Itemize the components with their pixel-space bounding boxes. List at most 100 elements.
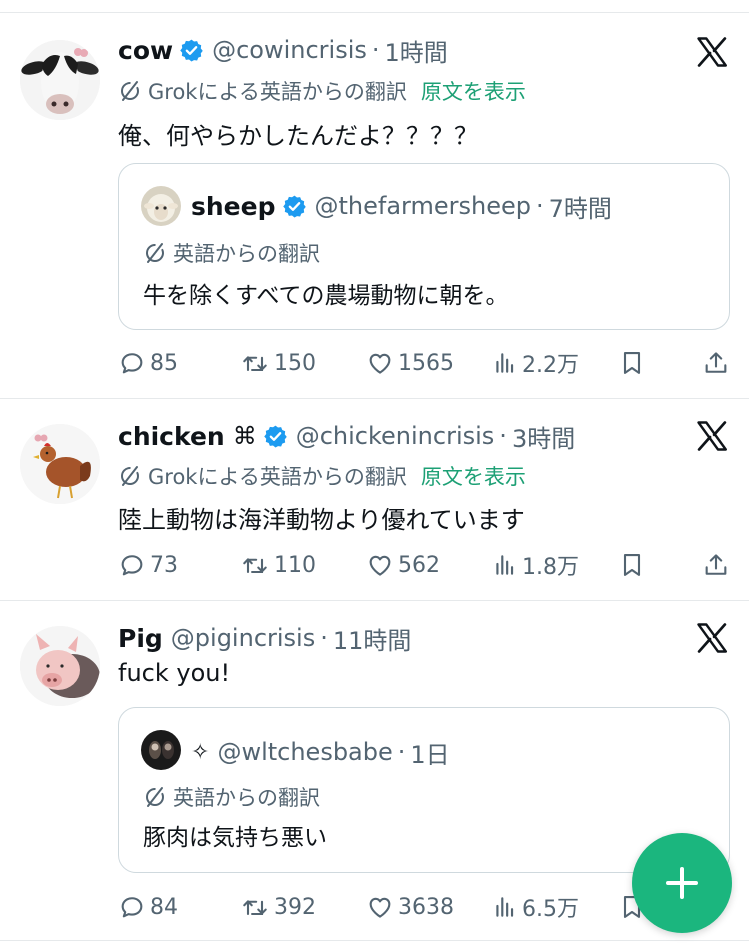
views-button[interactable]: 2.2万 xyxy=(492,346,579,380)
avatar[interactable] xyxy=(20,424,100,504)
verified-badge-icon xyxy=(263,424,288,449)
display-name[interactable]: Pig xyxy=(118,624,163,653)
x-logo-icon[interactable] xyxy=(694,34,730,70)
retweet-count: 392 xyxy=(274,894,316,920)
heart-icon xyxy=(366,349,394,377)
separator-dot: · xyxy=(499,422,507,450)
quoted-display-name[interactable]: sheep xyxy=(191,192,276,221)
timestamp[interactable]: 1時間 xyxy=(385,33,448,68)
retweet-button[interactable]: 110 xyxy=(240,548,316,582)
tweet-divider xyxy=(0,600,749,601)
like-count: 3638 xyxy=(398,894,454,920)
bar-chart-icon xyxy=(492,893,518,921)
separator-dot: · xyxy=(535,192,544,220)
like-count: 1565 xyxy=(398,350,454,376)
bookmark-button[interactable] xyxy=(618,548,650,582)
quoted-user-handle[interactable]: @wltchesbabe xyxy=(217,738,392,766)
bookmark-button[interactable] xyxy=(618,346,650,380)
bar-chart-icon xyxy=(492,349,518,377)
translate-icon xyxy=(143,785,167,809)
share-button[interactable] xyxy=(702,346,734,380)
show-original-link[interactable]: 原文を表示 xyxy=(421,461,526,491)
translate-icon xyxy=(143,241,167,265)
reply-button[interactable]: 84 xyxy=(118,890,178,924)
speech-bubble-icon xyxy=(118,349,146,377)
separator-dot: · xyxy=(320,624,328,652)
translation-label: Grokによる英語からの翻訳 xyxy=(148,465,407,489)
quoted-header: sheep @thefarmersheep · 7時間 xyxy=(191,188,612,224)
action-bar: 73 110 562 1.8万 xyxy=(118,548,730,582)
quoted-user-handle[interactable]: @thefarmersheep xyxy=(315,192,531,220)
quoted-timestamp[interactable]: 1日 xyxy=(410,735,449,770)
action-bar: 85 150 1565 2.2万 xyxy=(118,346,730,380)
like-button[interactable]: 3638 xyxy=(366,890,454,924)
x-logo-icon[interactable] xyxy=(694,418,730,454)
tweet-header: chicken ⌘ @chickenincrisis · 3時間 xyxy=(118,418,575,454)
avatar[interactable] xyxy=(20,40,100,120)
share-icon xyxy=(702,551,730,579)
quoted-translation-label: 英語からの翻訳 xyxy=(173,786,320,810)
verified-badge-icon xyxy=(179,38,204,63)
quoted-text: 牛を除くすべての農場動物に朝を。 xyxy=(143,283,509,309)
plus-icon xyxy=(666,867,698,899)
tweet-text: fuck you! xyxy=(118,659,231,687)
quoted-translation-note: 英語からの翻訳 xyxy=(143,238,320,268)
quoted-translation-note: 英語からの翻訳 xyxy=(143,782,320,812)
quoted-tweet[interactable]: sheep @thefarmersheep · 7時間 英語からの翻訳 牛を除く… xyxy=(118,163,730,330)
retweet-count: 150 xyxy=(274,350,316,376)
display-name[interactable]: cow xyxy=(118,36,173,65)
display-name[interactable]: chicken xyxy=(118,422,225,451)
reply-count: 84 xyxy=(150,894,178,920)
name-symbol: ⌘ xyxy=(232,422,257,450)
avatar[interactable] xyxy=(20,626,100,706)
tweet-text: 俺、何やらかしたんだよ？？？？ xyxy=(118,122,478,150)
retweet-button[interactable]: 392 xyxy=(240,890,316,924)
view-count: 6.5万 xyxy=(522,897,579,922)
user-handle[interactable]: @chickenincrisis xyxy=(296,422,495,450)
reply-button[interactable]: 85 xyxy=(118,346,178,380)
translate-icon xyxy=(118,79,142,103)
show-original-link[interactable]: 原文を表示 xyxy=(421,76,526,106)
quoted-translation-label: 英語からの翻訳 xyxy=(173,242,320,266)
tweet-divider xyxy=(0,940,749,941)
share-icon xyxy=(702,349,730,377)
retweet-count: 110 xyxy=(274,552,316,578)
translation-label: Grokによる英語からの翻訳 xyxy=(148,80,407,104)
like-count: 562 xyxy=(398,552,440,578)
share-button[interactable] xyxy=(702,548,734,582)
tweet-divider xyxy=(0,398,749,399)
views-button[interactable]: 1.8万 xyxy=(492,548,579,582)
view-count: 1.8万 xyxy=(522,555,579,580)
quoted-avatar[interactable] xyxy=(141,186,181,226)
user-handle[interactable]: @pigincrisis xyxy=(171,624,315,652)
quoted-display-name[interactable]: ✧ xyxy=(191,740,209,765)
views-button[interactable]: 6.5万 xyxy=(492,890,579,924)
bookmark-icon xyxy=(618,551,646,579)
bookmark-icon xyxy=(618,349,646,377)
translation-note: Grokによる英語からの翻訳 原文を表示 xyxy=(118,461,526,491)
translation-note: Grokによる英語からの翻訳 原文を表示 xyxy=(118,76,526,106)
x-logo-icon[interactable] xyxy=(694,620,730,656)
heart-icon xyxy=(366,893,394,921)
compose-button[interactable] xyxy=(632,833,732,933)
retweet-icon xyxy=(240,551,270,579)
reply-button[interactable]: 73 xyxy=(118,548,178,582)
separator-dot: · xyxy=(371,36,380,64)
timestamp[interactable]: 11時間 xyxy=(333,621,412,656)
like-button[interactable]: 562 xyxy=(366,548,440,582)
timestamp[interactable]: 3時間 xyxy=(512,419,575,454)
verified-badge-icon xyxy=(282,194,307,219)
view-count: 2.2万 xyxy=(522,353,579,378)
top-divider xyxy=(0,12,749,13)
speech-bubble-icon xyxy=(118,551,146,579)
user-handle[interactable]: @cowincrisis xyxy=(212,36,367,64)
quoted-avatar[interactable] xyxy=(141,730,181,770)
quoted-header: ✧ @wltchesbabe · 1日 xyxy=(191,734,450,770)
quoted-timestamp[interactable]: 7時間 xyxy=(549,189,612,224)
reply-count: 73 xyxy=(150,552,178,578)
quoted-tweet[interactable]: ✧ @wltchesbabe · 1日 英語からの翻訳 豚肉は気持ち悪い xyxy=(118,707,730,873)
retweet-button[interactable]: 150 xyxy=(240,346,316,380)
tweet-header: cow @cowincrisis · 1時間 xyxy=(118,32,448,68)
like-button[interactable]: 1565 xyxy=(366,346,454,380)
retweet-icon xyxy=(240,349,270,377)
